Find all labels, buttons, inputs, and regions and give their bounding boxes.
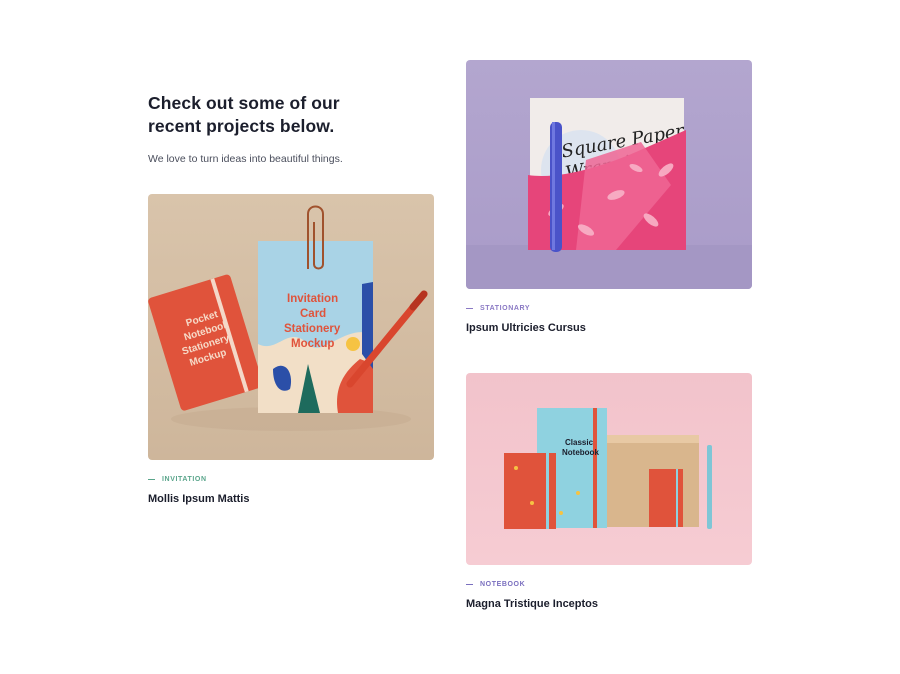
project-title[interactable]: Magna Tristique Inceptos <box>466 598 752 610</box>
category-dash <box>466 308 473 309</box>
invitation-mockup-illustration: Pocket Notebook Stationery Mockup Invita… <box>148 205 428 431</box>
project-image-invitation[interactable]: Pocket Notebook Stationery Mockup Invita… <box>148 194 434 460</box>
project-title[interactable]: Ipsum Ultricies Cursus <box>466 322 752 334</box>
section-subtext: We love to turn ideas into beautiful thi… <box>148 153 343 165</box>
category-label: INVITATION <box>162 476 207 483</box>
category-dash <box>466 584 473 585</box>
stationary-mockup-illustration: Square Paper Wrapping <box>466 98 752 289</box>
project-image-stationary[interactable]: Square Paper Wrapping <box>466 60 752 289</box>
svg-text:Mockup: Mockup <box>291 338 334 350</box>
category-label: STATIONARY <box>480 305 531 312</box>
notebook-mockup-illustration: Classic Notebook <box>504 408 712 529</box>
project-card-stationary[interactable]: Square Paper Wrapping STATIONARY Ipsum U… <box>466 60 752 334</box>
project-category: INVITATION <box>148 476 434 483</box>
svg-text:Invitation: Invitation <box>287 293 338 305</box>
svg-text:Classic: Classic <box>565 438 594 447</box>
project-image-notebook[interactable]: Classic Notebook <box>466 373 752 565</box>
category-dash <box>148 479 155 480</box>
heading-line-2: recent projects below. <box>148 116 335 136</box>
project-category: NOTEBOOK <box>466 581 752 588</box>
project-title[interactable]: Mollis Ipsum Mattis <box>148 493 434 505</box>
svg-text:Notebook: Notebook <box>562 448 599 457</box>
intro-section: Check out some of our recent projects be… <box>148 92 428 165</box>
project-category: STATIONARY <box>466 305 752 312</box>
svg-text:Card: Card <box>300 308 326 320</box>
project-card-invitation[interactable]: Pocket Notebook Stationery Mockup Invita… <box>148 194 434 505</box>
section-heading: Check out some of our recent projects be… <box>148 92 428 138</box>
heading-line-1: Check out some of our <box>148 93 340 113</box>
project-card-notebook[interactable]: Classic Notebook NOTEBOOK Magna Tristiqu… <box>466 373 752 610</box>
svg-text:Stationery: Stationery <box>284 323 341 335</box>
category-label: NOTEBOOK <box>480 581 526 588</box>
